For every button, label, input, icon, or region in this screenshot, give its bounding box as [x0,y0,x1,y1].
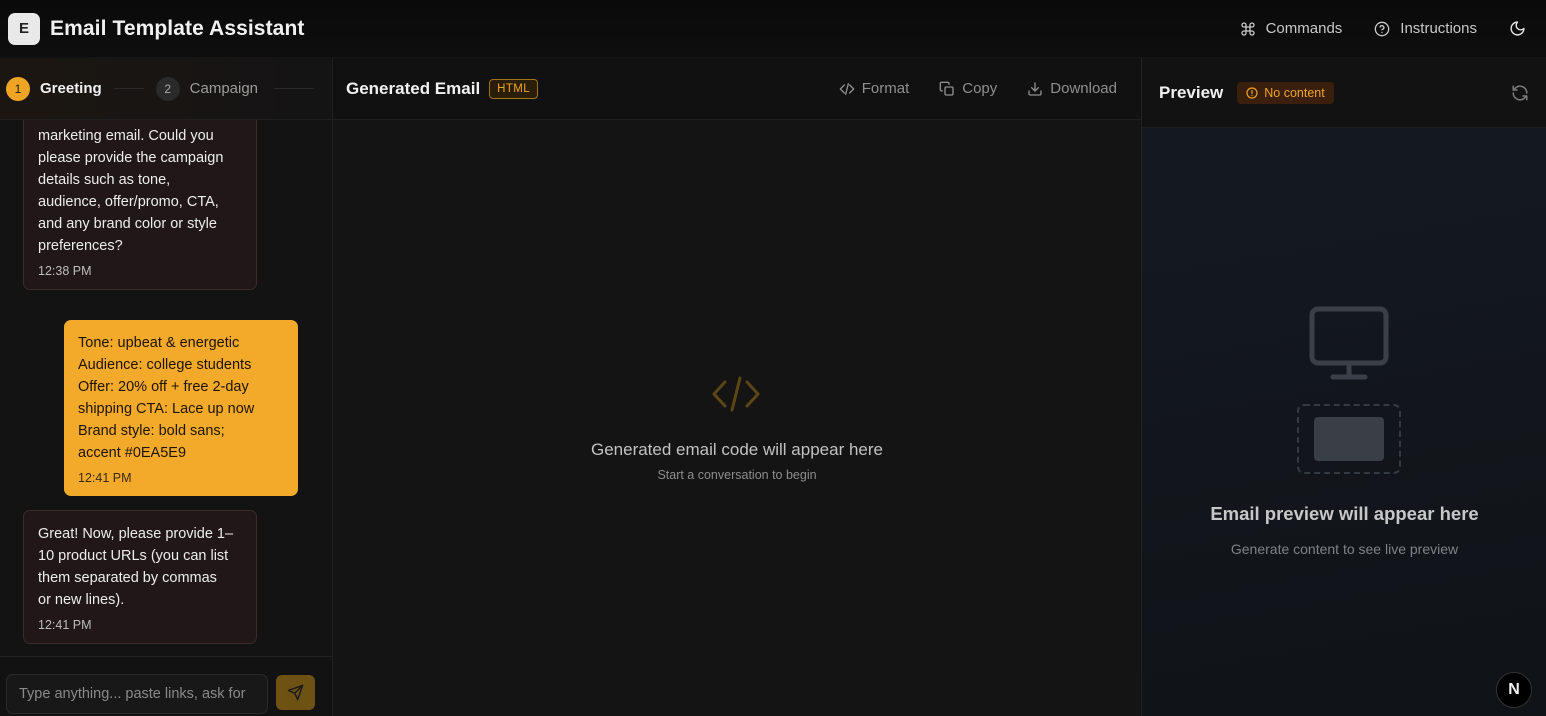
theme-toggle-button[interactable] [1509,20,1526,37]
step-indicator: 1 Greeting 2 Campaign [0,58,332,120]
commands-button[interactable]: Commands [1240,20,1343,37]
message-timestamp: 12:41 PM [38,618,92,632]
message-timestamp: 12:41 PM [78,471,132,485]
app-title: Email Template Assistant [50,16,305,40]
preview-empty-title: Email preview will appear here [1210,503,1479,524]
message-text: Great! Now, please provide 1– 10 product… [38,526,234,608]
message-list[interactable]: marketing email. Could you please provid… [0,120,332,656]
code-panel-header: Generated Email HTML Format Copy Downloa… [333,58,1141,120]
preview-title: Preview [1159,82,1224,102]
assistant-message: marketing email. Could you please provid… [23,120,257,290]
code-actions: Format Copy Download [839,80,1128,97]
step-label: Campaign [189,80,259,97]
format-button[interactable]: Format [839,80,910,97]
send-icon [287,684,304,701]
top-actions: Commands Instructions [1240,20,1538,37]
command-icon [1240,21,1255,36]
copy-icon [939,81,954,96]
code-empty-title: Generated email code will appear here [590,440,883,459]
chat-input[interactable] [6,674,268,714]
status-badge: No content [1237,81,1334,104]
preview-header: Preview No content [1142,58,1546,128]
message-text: marketing email. Could you please provid… [38,128,224,254]
preview-placeholder-frame [1297,404,1401,474]
chat-panel: 1 Greeting 2 Campaign marketing email. C… [0,58,333,716]
message-timestamp: 12:38 PM [38,264,92,278]
code-placeholder-icon [712,376,760,412]
format-label: Format [861,80,910,97]
step-number: 2 [155,76,180,101]
copy-label: Copy [962,80,998,97]
chat-composer [0,656,332,716]
step-label: Greeting [40,80,102,97]
app-logo: E [8,12,40,45]
step-greeting[interactable]: 1 Greeting [6,76,102,101]
framework-badge[interactable]: N [1496,672,1532,708]
preview-panel: Preview No content Email preview will ap… [1141,58,1546,716]
preview-placeholder-block [1314,417,1384,461]
code-panel-title: Generated Email [346,78,481,98]
code-empty-subtitle: Start a conversation to begin [657,468,817,482]
top-bar: E Email Template Assistant Commands Inst… [0,0,1546,58]
step-connector [274,88,314,89]
format-badge: HTML [489,78,539,99]
code-empty-state: Generated email code will appear here St… [333,120,1141,716]
help-circle-icon [1374,21,1390,36]
download-button[interactable]: Download [1027,80,1117,97]
step-connector [113,88,144,89]
download-label: Download [1050,80,1117,97]
user-message: Tone: upbeat & energetic Audience: colle… [64,320,298,496]
message-text: Tone: upbeat & energetic Audience: colle… [78,335,255,461]
step-number: 1 [6,76,30,101]
send-button[interactable] [276,675,315,710]
status-badge-label: No content [1264,85,1325,100]
monitor-icon [1309,306,1389,380]
moon-icon [1510,21,1525,36]
instructions-button[interactable]: Instructions [1374,20,1477,37]
assistant-message: Great! Now, please provide 1– 10 product… [23,510,257,644]
alert-circle-icon [1246,86,1258,99]
code-icon [839,82,855,95]
download-icon [1028,81,1042,96]
copy-button[interactable]: Copy [939,80,997,97]
code-panel: Generated Email HTML Format Copy Downloa… [333,58,1141,716]
step-campaign[interactable]: 2 Campaign [155,76,259,101]
preview-empty-subtitle: Generate content to see live preview [1230,541,1459,557]
commands-label: Commands [1265,20,1343,37]
refresh-icon[interactable] [1511,84,1529,102]
instructions-label: Instructions [1400,20,1477,37]
